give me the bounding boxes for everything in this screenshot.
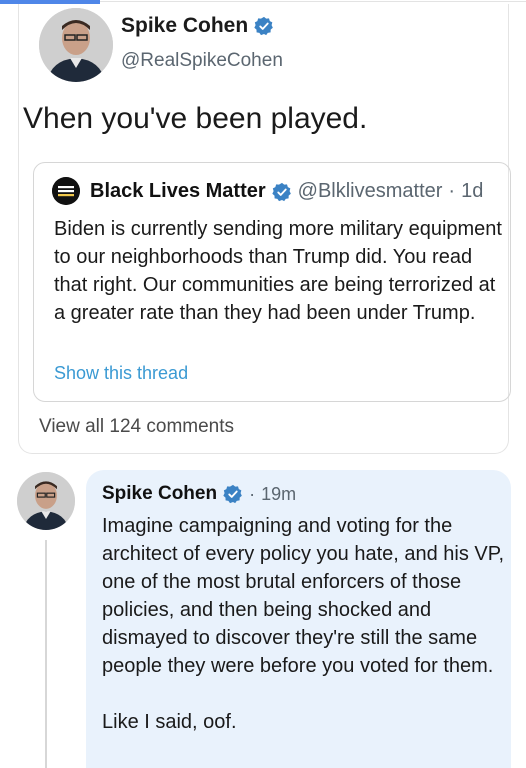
- verified-badge-icon: [223, 484, 243, 504]
- quoted-author-name[interactable]: Black Lives Matter: [90, 180, 266, 203]
- comment-header: Spike Cohen · 19m: [102, 483, 296, 505]
- quoted-author-avatar[interactable]: [52, 177, 80, 205]
- commenter-avatar[interactable]: [17, 472, 75, 530]
- quoted-header: Black Lives Matter @Blklivesmatter · 1d: [90, 180, 483, 203]
- quoted-tweet-text: Biden is currently sending more military…: [54, 218, 502, 324]
- author-name-row: Spike Cohen: [121, 14, 274, 38]
- author-avatar[interactable]: [39, 8, 113, 82]
- quoted-tweet[interactable]: Black Lives Matter @Blklivesmatter · 1d …: [33, 162, 511, 402]
- thread-connector-line: [45, 540, 47, 768]
- comment-timestamp[interactable]: 19m: [261, 484, 296, 505]
- comment-bubble[interactable]: Spike Cohen · 19m Imagine campaigning an…: [86, 470, 511, 768]
- quoted-author-handle[interactable]: @Blklivesmatter: [298, 180, 443, 203]
- user-photo-icon: [17, 472, 75, 530]
- quoted-separator: ·: [448, 180, 456, 202]
- author-name[interactable]: Spike Cohen: [121, 14, 248, 38]
- author-handle[interactable]: @RealSpikeCohen: [121, 50, 283, 72]
- show-thread-link[interactable]: Show this thread: [54, 363, 188, 384]
- tweet-text: Vhen you've been played.: [23, 102, 368, 135]
- comment-separator: ·: [249, 483, 256, 504]
- quoted-timestamp[interactable]: 1d: [461, 180, 483, 203]
- embedded-tweet-card[interactable]: Spike Cohen @RealSpikeCohen Vhen you've …: [18, 4, 511, 454]
- user-photo-icon: [39, 8, 113, 82]
- comment-text: Imagine campaigning and voting for the a…: [102, 515, 505, 733]
- top-divider: [100, 1, 526, 2]
- verified-badge-icon: [254, 16, 274, 36]
- blm-logo-icon: [52, 177, 80, 205]
- view-all-comments-link[interactable]: View all 124 comments: [39, 416, 234, 438]
- verified-badge-icon: [271, 182, 292, 202]
- commenter-name[interactable]: Spike Cohen: [102, 483, 217, 505]
